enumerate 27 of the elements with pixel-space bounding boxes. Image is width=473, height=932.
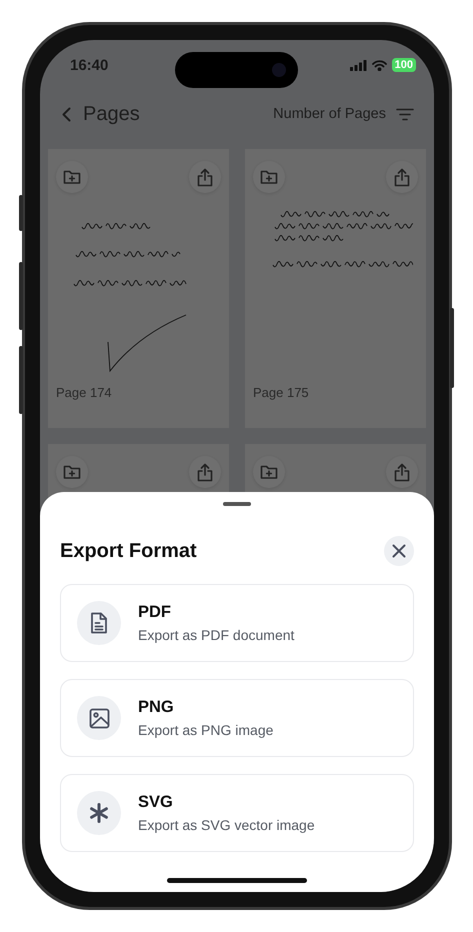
close-icon [392,544,406,558]
battery-indicator: 100 [392,58,416,72]
share-icon[interactable] [394,462,410,482]
share-icon[interactable] [394,168,410,186]
export-option[interactable]: PDF Export as PDF document [60,584,414,662]
drag-handle[interactable] [223,502,251,506]
share-icon[interactable] [197,168,213,186]
folder-plus-icon[interactable] [260,464,278,480]
page-label: Page 175 [253,385,309,400]
page-label: Page 174 [56,385,112,400]
document-icon [90,612,108,634]
close-button[interactable] [384,536,414,566]
share-icon[interactable] [197,462,213,482]
signal-icon [350,60,367,70]
page-title: Pages [83,102,140,126]
folder-plus-icon[interactable] [63,169,81,185]
folder-plus-icon[interactable] [63,464,81,480]
export-option[interactable]: PNG Export as PNG image [60,679,414,757]
export-option[interactable]: SVG Export as SVG vector image [60,774,414,852]
back-chevron-icon[interactable] [62,106,71,122]
asterisk-icon [89,803,109,823]
filter-icon [396,108,414,120]
image-icon [88,708,110,728]
wifi-icon [372,60,387,70]
folder-plus-icon[interactable] [260,169,278,185]
status-time: 16:40 [70,56,108,74]
sheet-title: Export Format [60,540,197,562]
